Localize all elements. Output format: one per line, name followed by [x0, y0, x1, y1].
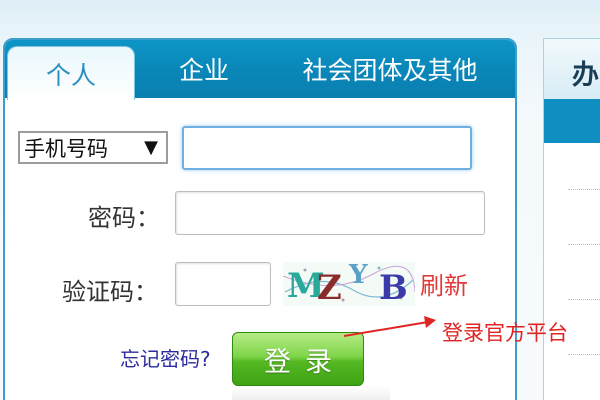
tab-bar: 个人 企业 社会团体及其他 [5, 40, 515, 100]
divider [568, 354, 600, 355]
tab-enterprise[interactable]: 企业 [155, 40, 253, 98]
password-input[interactable] [175, 191, 485, 235]
annotation-arrow-icon [343, 316, 436, 337]
forgot-password-link[interactable]: 忘记密码? [120, 343, 211, 372]
captcha-label: 验证码： [62, 278, 158, 306]
refresh-captcha-link[interactable]: 刷新 [420, 266, 468, 301]
annotation-text: 登录官方平台 [442, 321, 568, 345]
captcha-char: Z [317, 268, 342, 306]
tab-personal[interactable]: 个人 [7, 46, 135, 100]
side-panel-bar [544, 99, 600, 143]
account-input[interactable] [182, 126, 472, 170]
divider [568, 244, 600, 245]
captcha-char: Y [349, 262, 368, 290]
divider [568, 189, 600, 190]
password-label: 密码： [88, 204, 160, 232]
side-panel-title: 办 [572, 60, 599, 91]
captcha-input[interactable] [175, 262, 271, 306]
account-type-select[interactable]: 手机号码 ▼ [18, 131, 168, 164]
button-reflection [232, 386, 390, 400]
divider [568, 299, 600, 300]
account-type-value: 手机号码 [24, 136, 108, 161]
dropdown-arrow-icon: ▼ [144, 137, 158, 158]
tab-social-organization[interactable]: 社会团体及其他 [277, 40, 503, 98]
